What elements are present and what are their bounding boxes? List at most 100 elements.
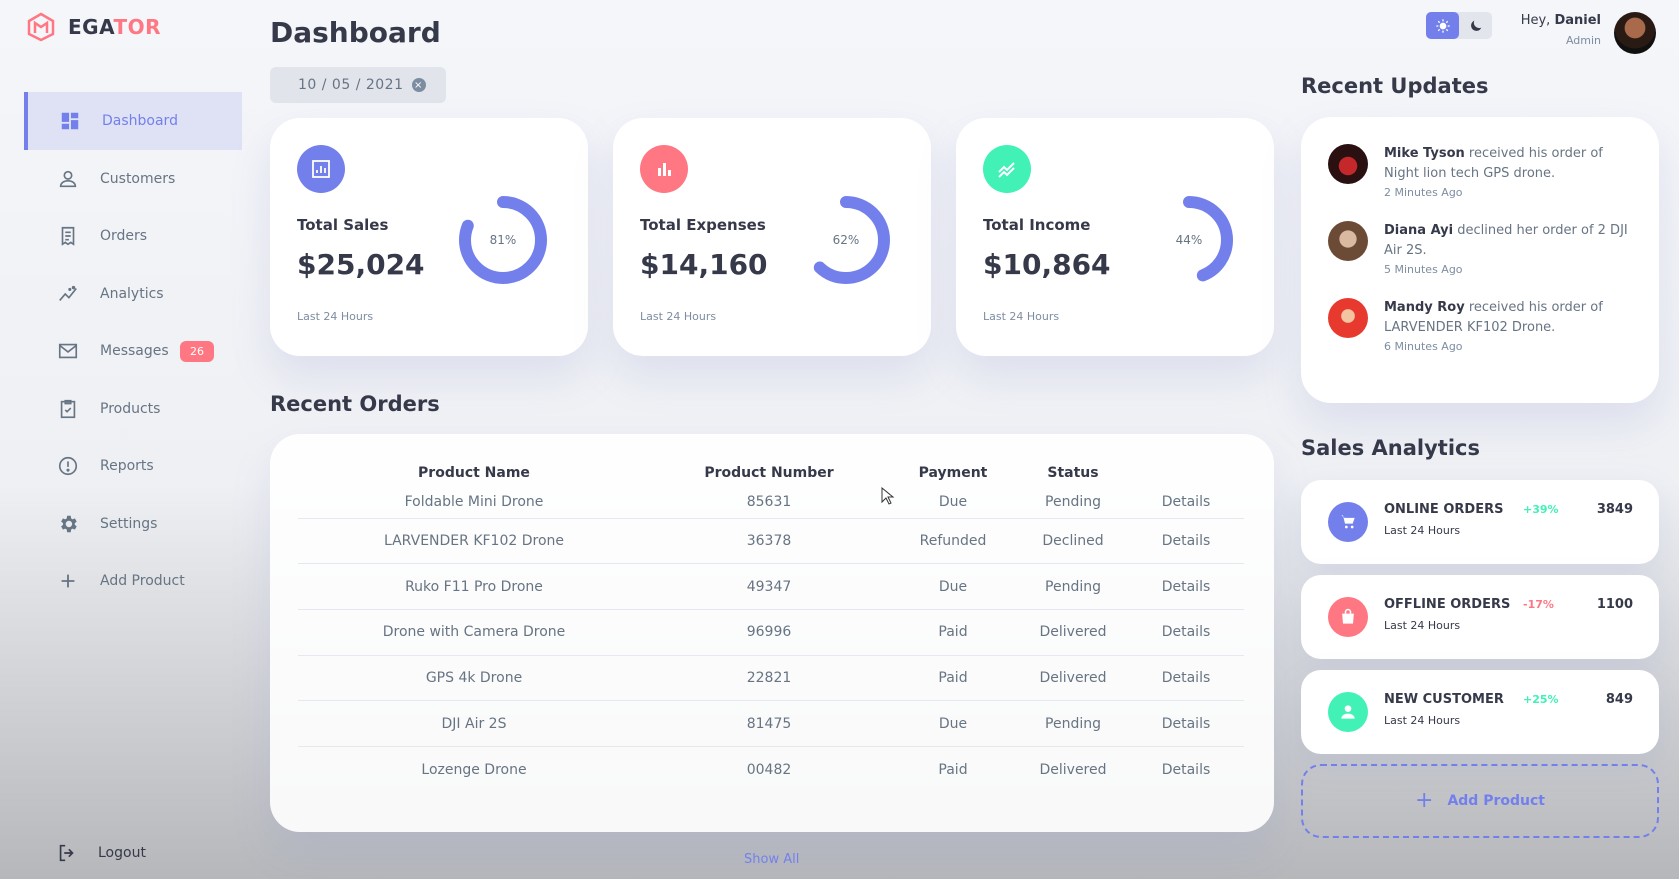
column-header: Product Name bbox=[418, 465, 530, 481]
progress-ring: 62% bbox=[796, 190, 896, 290]
product-number: 81475 bbox=[650, 700, 888, 747]
product-number: 85631 bbox=[650, 486, 888, 519]
product-name: DJI Air 2S bbox=[298, 700, 650, 747]
sales-analytics-title: Sales Analytics bbox=[1301, 436, 1480, 460]
avatar bbox=[1328, 144, 1368, 184]
avatar bbox=[1328, 298, 1368, 338]
details-link[interactable]: Details bbox=[1128, 746, 1244, 792]
sidebar-item-orders[interactable]: Orders bbox=[24, 208, 242, 266]
recent-updates-card: Mike Tyson received his order of Night l… bbox=[1301, 117, 1659, 403]
insights-icon bbox=[56, 282, 80, 306]
product-name: Foldable Mini Drone bbox=[298, 486, 650, 519]
payment: Paid bbox=[888, 655, 1018, 702]
analytics-value: 3849 bbox=[1596, 502, 1633, 517]
update-text: Diana Ayi declined her order of 2 DJI Ai… bbox=[1384, 223, 1628, 258]
analytics-change: +39% bbox=[1523, 503, 1559, 516]
details-link[interactable]: Details bbox=[1128, 563, 1244, 610]
logout-button[interactable]: Logout bbox=[56, 842, 146, 864]
light-mode-icon[interactable] bbox=[1426, 12, 1459, 39]
analytics-value: 1100 bbox=[1596, 597, 1633, 612]
plus-icon: + bbox=[1415, 788, 1434, 813]
product-number: 00482 bbox=[746, 761, 792, 778]
add-product-button[interactable]: + Add Product bbox=[1301, 764, 1659, 838]
card-label: Total Expenses bbox=[640, 216, 766, 234]
main-content: Dashboard 10 / 05 / 2021 × Total Sales $… bbox=[270, 0, 1274, 879]
offline-orders-card: OFFLINE ORDERS Last 24 Hours -17% 1100 bbox=[1301, 575, 1659, 659]
bag-icon bbox=[1328, 597, 1368, 637]
details-link[interactable]: Details bbox=[1128, 609, 1244, 656]
table-row: DJI Air 2S 81475 Due Pending Details bbox=[298, 700, 1244, 747]
sidebar-item-settings[interactable]: Settings bbox=[24, 495, 242, 553]
brand-name: EGATOR bbox=[68, 15, 162, 39]
sidebar-item-add-product[interactable]: Add Product bbox=[24, 553, 242, 611]
analytics-name: NEW CUSTOMER bbox=[1384, 692, 1504, 707]
sidebar-item-label: Add Product bbox=[100, 573, 185, 590]
theme-toggle[interactable] bbox=[1426, 12, 1492, 39]
analytics-change: +25% bbox=[1523, 693, 1559, 706]
ring-percent-label: 44% bbox=[1175, 233, 1203, 247]
table-row: GPS 4k Drone 22821 Paid Delivered Detail… bbox=[298, 655, 1244, 702]
date-value: 10 / 05 / 2021 bbox=[298, 77, 404, 93]
bar-chart-icon bbox=[640, 145, 688, 193]
sidebar-item-products[interactable]: Products bbox=[24, 380, 242, 438]
status: Declined bbox=[1018, 518, 1128, 565]
progress-ring: 81% bbox=[453, 190, 553, 290]
details-link[interactable]: Details bbox=[1128, 655, 1244, 702]
date-input[interactable]: 10 / 05 / 2021 × bbox=[270, 67, 446, 103]
dark-mode-icon[interactable] bbox=[1459, 12, 1492, 39]
update-time: 6 Minutes Ago bbox=[1384, 340, 1463, 353]
product-number: 96996 bbox=[650, 609, 888, 656]
product-name: Drone with Camera Drone bbox=[298, 609, 650, 656]
card-value: $10,864 bbox=[983, 248, 1111, 281]
inventory-icon bbox=[56, 397, 80, 421]
sidebar-item-reports[interactable]: Reports bbox=[24, 438, 242, 496]
total-sales-card: Total Sales $25,024 Last 24 Hours 81% bbox=[270, 118, 588, 356]
card-period: Last 24 Hours bbox=[297, 310, 374, 323]
dashboard-app: EGATOR Dashboard Customers Orders Analyt… bbox=[0, 0, 1679, 879]
messages-count-badge: 26 bbox=[180, 340, 214, 362]
logout-icon bbox=[59, 844, 74, 862]
clear-date-icon[interactable]: × bbox=[411, 78, 426, 92]
table-row: Lozenge Drone 00482 Paid Delivered Detai… bbox=[298, 746, 1244, 792]
mouse-pointer-icon bbox=[881, 487, 895, 505]
profile-avatar[interactable] bbox=[1614, 12, 1656, 54]
recent-orders-title: Recent Orders bbox=[270, 392, 440, 416]
brand-logo[interactable]: EGATOR bbox=[26, 12, 161, 42]
product-number: 22821 bbox=[650, 655, 888, 702]
payment: Refunded bbox=[888, 518, 1018, 565]
analytics-value: 849 bbox=[1605, 692, 1633, 707]
analytics-change: -17% bbox=[1523, 598, 1554, 611]
sidebar-item-dashboard[interactable]: Dashboard bbox=[24, 92, 242, 150]
insight-cards: Total Sales $25,024 Last 24 Hours 81% To… bbox=[270, 118, 1274, 356]
sidebar-item-label: Customers bbox=[100, 170, 176, 187]
sidebar-item-messages[interactable]: Messages 26 bbox=[24, 323, 242, 381]
right-panel: Hey, Daniel Admin Recent Updates Mike Ty… bbox=[1301, 0, 1659, 879]
top-bar: Hey, Daniel Admin bbox=[1301, 0, 1659, 60]
greeting-line: Hey, Daniel bbox=[1520, 13, 1601, 28]
recent-updates-title: Recent Updates bbox=[1301, 74, 1489, 98]
analytics-name: OFFLINE ORDERS bbox=[1384, 597, 1511, 612]
mail-icon bbox=[56, 339, 80, 363]
sidebar-item-analytics[interactable]: Analytics bbox=[24, 265, 242, 323]
table-row: Foldable Mini Drone 85631 Due Pending De… bbox=[298, 486, 1244, 519]
payment: Due bbox=[888, 486, 1018, 519]
column-header: Status bbox=[1047, 465, 1099, 481]
sidebar: EGATOR Dashboard Customers Orders Analyt… bbox=[0, 0, 245, 879]
total-income-card: Total Income $10,864 Last 24 Hours 44% bbox=[956, 118, 1274, 356]
sidebar-item-label: Reports bbox=[100, 458, 154, 475]
details-link[interactable]: Details bbox=[1128, 518, 1244, 565]
update-text: Mandy Roy received his order of LARVENDE… bbox=[1384, 300, 1603, 335]
card-value: $25,024 bbox=[297, 248, 425, 281]
details-link[interactable]: Details bbox=[1128, 486, 1244, 519]
page-title: Dashboard bbox=[270, 16, 441, 49]
show-all-link[interactable]: Show All bbox=[744, 852, 799, 867]
sidebar-item-customers[interactable]: Customers bbox=[24, 150, 242, 208]
progress-ring: 44% bbox=[1139, 190, 1239, 290]
details-link[interactable]: Details bbox=[1128, 700, 1244, 747]
payment: Due bbox=[888, 563, 1018, 610]
table-row: LARVENDER KF102 Drone 36378 Refunded Dec… bbox=[298, 518, 1244, 565]
sidebar-item-label: Settings bbox=[100, 515, 158, 532]
add-product-label: Add Product bbox=[1447, 793, 1545, 809]
product-name: Ruko F11 Pro Drone bbox=[298, 563, 650, 610]
bar-chart-icon bbox=[297, 145, 345, 193]
